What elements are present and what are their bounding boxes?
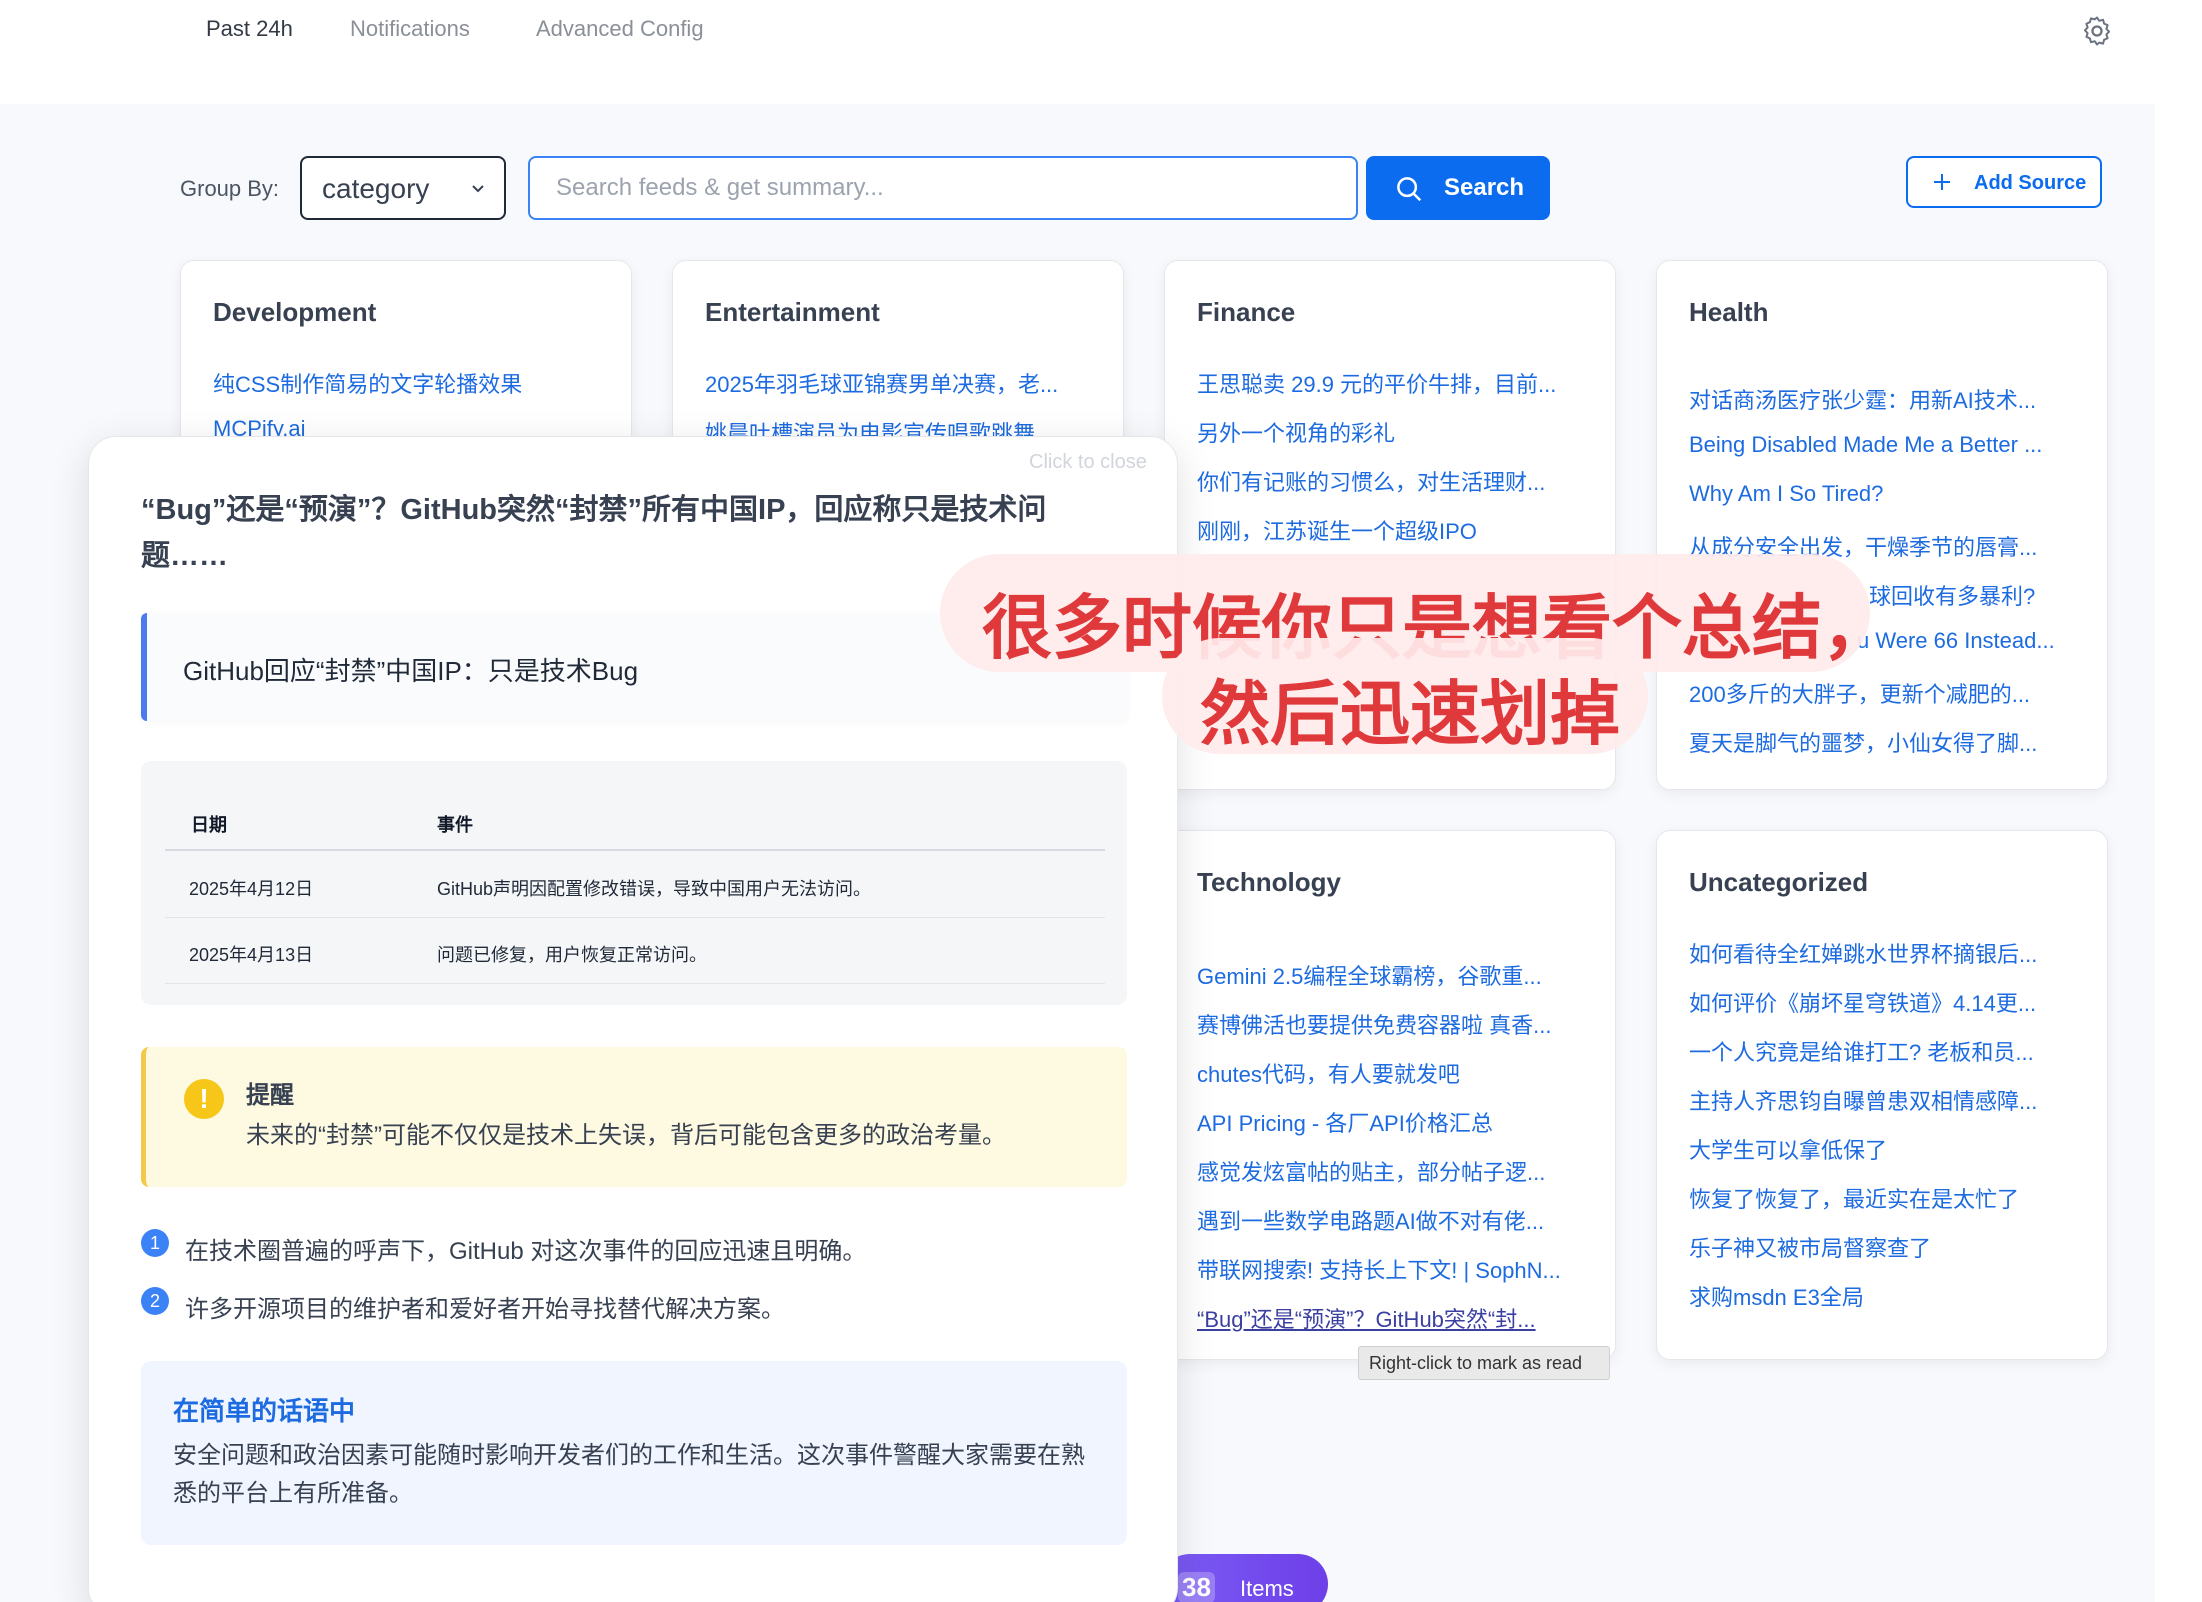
- add-source-button[interactable]: Add Source: [1906, 156, 2102, 208]
- table-cell: 2025年4月13日: [189, 945, 314, 965]
- feed-item[interactable]: 球回收有多暴利?: [1869, 579, 2079, 611]
- card-title: Technology: [1197, 867, 1341, 897]
- feed-item[interactable]: 你们有记账的习惯么，对生活理财...: [1197, 465, 1587, 497]
- card-title: Uncategorized: [1689, 867, 1869, 897]
- feed-item[interactable]: 乐子神又被市局督察查了: [1689, 1231, 2079, 1263]
- feed-item[interactable]: 主持人齐思钧自曝曾患双相情感障...: [1689, 1084, 2079, 1116]
- summary-title: “Bug”还是“预演”？GitHub突然“封禁”所有中国IP，回应称只是技术问题…: [141, 494, 1047, 572]
- table-cell: 2025年4月12日: [189, 879, 314, 899]
- plain-summary-body: 安全问题和政治因素可能随时影响开发者们的工作和生活。这次事件警醒大家需要在熟悉的…: [173, 1442, 1085, 1507]
- reminder-box: ! 提醒 未来的“封禁”可能不仅仅是技术上失误，背后可能包含更多的政治考量。: [141, 1047, 1127, 1187]
- table-divider: [165, 983, 1105, 984]
- feed-item[interactable]: 带联网搜索! 支持长上下文! | SophN...: [1197, 1253, 1587, 1285]
- category-card-health: Health 对话商汤医疗张少霆：用新AI技术... Being Disable…: [1656, 260, 2108, 790]
- plus-icon: [1934, 174, 1950, 190]
- feed-item[interactable]: 如何评价《崩坏星穹铁道》4.14更...: [1689, 986, 2079, 1018]
- feed-item[interactable]: Being Disabled Made Me a Better ...: [1689, 432, 2079, 458]
- chevron-down-icon: [472, 185, 484, 193]
- event-table: 日期 事件 2025年4月12日 GitHub声明因配置修改错误，导致中国用户无…: [141, 761, 1127, 1005]
- items-count-label: Items: [1240, 1576, 1294, 1601]
- feed-item[interactable]: 200多斤的大胖子，更新个减肥的...: [1689, 677, 2079, 709]
- group-by-value: category: [322, 173, 430, 204]
- category-card-uncategorized: Uncategorized 如何看待全红婵跳水世界杯摘银后... 如何评价《崩坏…: [1656, 830, 2108, 1360]
- feed-item[interactable]: 对话商汤医疗张少霆：用新AI技术...: [1689, 383, 2079, 415]
- group-by-label: Group By:: [180, 176, 280, 201]
- feed-item[interactable]: 赛博佛活也要提供免费容器啦 真香...: [1197, 1008, 1587, 1040]
- feed-item[interactable]: 王思聪卖 29.9 元的平价牛排，目前...: [1197, 367, 1587, 399]
- reminder-body: 未来的“封禁”可能不仅仅是技术上失误，背后可能包含更多的政治考量。: [246, 1122, 1006, 1149]
- caption-line-2: 然后迅速划掉: [1162, 638, 1648, 754]
- search-button[interactable]: Search: [1366, 156, 1550, 220]
- plain-summary-title: 在简单的话语中: [173, 1396, 356, 1426]
- feed-item[interactable]: 如何看待全红婵跳水世界杯摘银后...: [1689, 937, 2079, 969]
- card-title: Health: [1689, 297, 1769, 327]
- tab-advanced-config[interactable]: Advanced Config: [536, 16, 704, 42]
- feed-item[interactable]: 求购msdn E3全局: [1689, 1280, 2079, 1312]
- feed-item[interactable]: 夏天是脚气的噩梦，小仙女得了脚...: [1689, 726, 2079, 758]
- feed-item[interactable]: 一个人究竟是给谁打工? 老板和员...: [1689, 1035, 2079, 1067]
- feed-item[interactable]: 2025年羽毛球亚锦赛男单决赛，老...: [705, 367, 1095, 399]
- card-title: Development: [213, 297, 377, 327]
- feed-item[interactable]: 纯CSS制作简易的文字轮播效果: [213, 367, 603, 399]
- point-number: 1: [141, 1229, 169, 1257]
- table-cell: 问题已修复，用户恢复正常访问。: [437, 945, 707, 965]
- feed-item-active[interactable]: “Bug”还是“预演”？GitHub突然“封...: [1197, 1302, 1587, 1334]
- feed-item[interactable]: 遇到一些数学电路题AI做不对有佬...: [1197, 1204, 1587, 1236]
- point-text: 在技术圈普遍的呼声下，GitHub 对这次事件的回应迅速且明确。: [185, 1238, 867, 1265]
- category-card-technology: Technology Gemini 2.5编程全球霸榜，谷歌重... 赛博佛活也…: [1164, 830, 1616, 1360]
- search-button-label: Search: [1444, 174, 1525, 201]
- gear-icon[interactable]: [2080, 14, 2114, 48]
- feed-item[interactable]: 感觉发炫富帖的贴主，部分帖子逻...: [1197, 1155, 1587, 1187]
- search-input[interactable]: [528, 156, 1358, 220]
- feed-item[interactable]: 恢复了恢复了，最近实在是太忙了: [1689, 1182, 2079, 1214]
- group-by-select[interactable]: category: [300, 156, 506, 220]
- table-divider: [165, 917, 1105, 918]
- feed-item[interactable]: Gemini 2.5编程全球霸榜，谷歌重...: [1197, 959, 1587, 991]
- plain-summary-box: 在简单的话语中 安全问题和政治因素可能随时影响开发者们的工作和生活。这次事件警醒…: [141, 1361, 1127, 1545]
- feed-item[interactable]: 刚刚，江苏诞生一个超级IPO: [1197, 514, 1587, 546]
- search-icon: [1397, 177, 1422, 202]
- warning-icon: !: [184, 1079, 224, 1119]
- add-source-label: Add Source: [1974, 172, 2087, 194]
- feed-item[interactable]: Why Am I So Tired?: [1689, 481, 2079, 507]
- close-hint[interactable]: Click to close: [1029, 451, 1147, 474]
- items-count-badge[interactable]: 38 Items: [1160, 1554, 1328, 1602]
- table-divider: [165, 849, 1105, 851]
- quote-text: GitHub回应“封禁”中国IP：只是技术Bug: [183, 656, 639, 686]
- feed-item[interactable]: 另外一个视角的彩礼: [1197, 416, 1587, 448]
- point-number: 2: [141, 1287, 169, 1315]
- feed-item[interactable]: API Pricing - 各厂API价格汇总: [1197, 1106, 1587, 1138]
- point-text: 许多开源项目的维护者和爱好者开始寻找替代解决方案。: [185, 1296, 785, 1323]
- reminder-title: 提醒: [246, 1082, 294, 1109]
- feed-item[interactable]: chutes代码，有人要就发吧: [1197, 1057, 1587, 1089]
- tab-notifications[interactable]: Notifications: [350, 16, 470, 42]
- table-header-date: 日期: [191, 815, 227, 835]
- mark-read-tooltip: Right-click to mark as read: [1358, 1346, 1610, 1380]
- tab-past-24h[interactable]: Past 24h: [206, 16, 293, 42]
- items-count: 38: [1178, 1572, 1215, 1602]
- top-nav: Past 24h Notifications Advanced Config: [0, 0, 2202, 70]
- page-root: Past 24h Notifications Advanced Config G…: [0, 0, 2202, 1602]
- table-header-event: 事件: [437, 815, 473, 835]
- table-cell: GitHub声明因配置修改错误，导致中国用户无法访问。: [437, 879, 872, 899]
- card-title: Finance: [1197, 297, 1296, 327]
- card-title: Entertainment: [705, 297, 880, 327]
- feed-item[interactable]: 大学生可以拿低保了: [1689, 1133, 2079, 1165]
